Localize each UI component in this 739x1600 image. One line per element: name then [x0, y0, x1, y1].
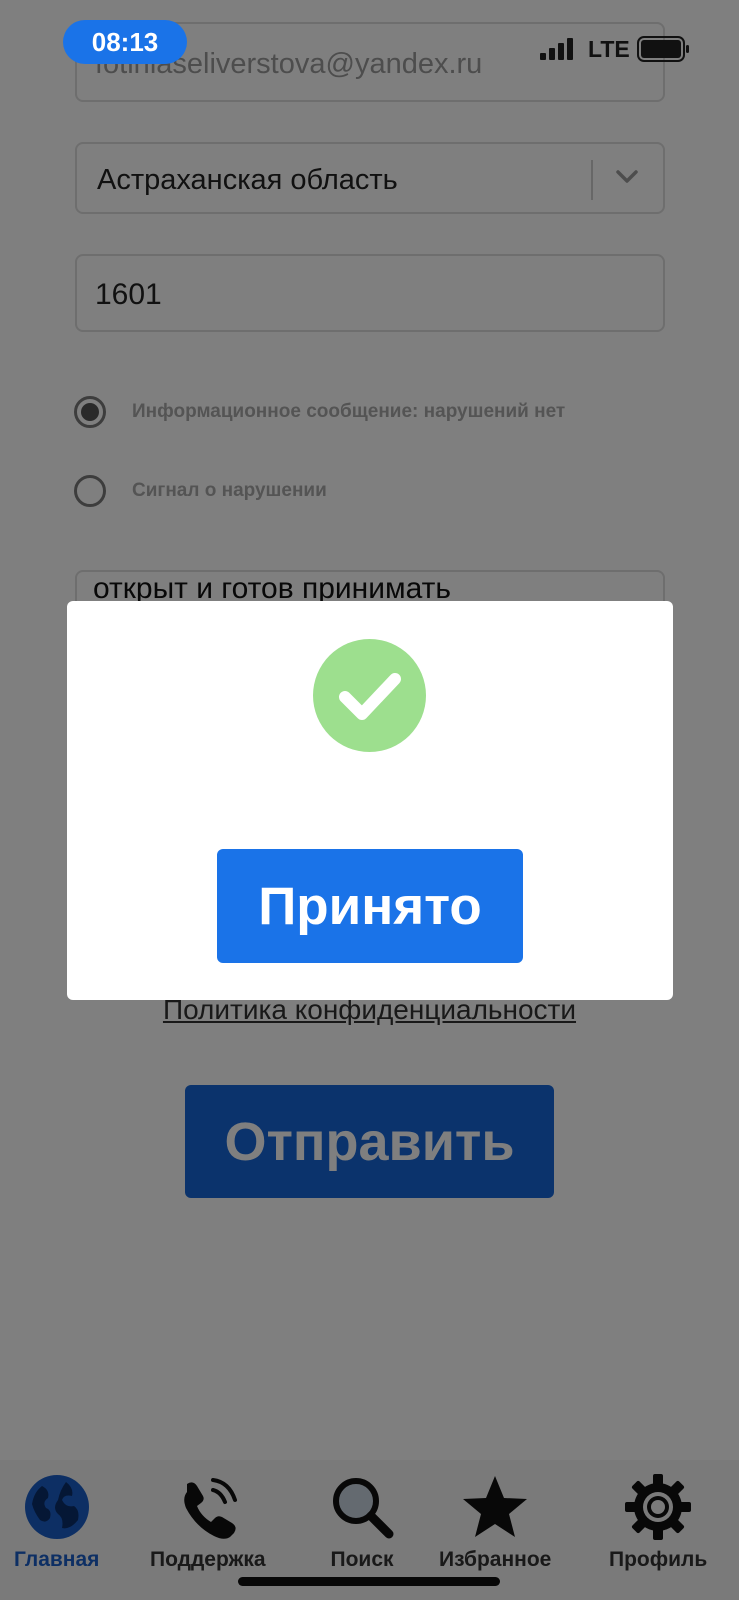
battery-icon — [637, 36, 689, 62]
signal-icon — [540, 38, 573, 60]
network-label: LTE — [588, 36, 630, 62]
accepted-button[interactable]: Принято — [217, 849, 523, 963]
status-time: 08:13 — [63, 20, 187, 64]
check-circle-icon — [313, 639, 426, 752]
success-dialog: Принято — [67, 601, 673, 1000]
